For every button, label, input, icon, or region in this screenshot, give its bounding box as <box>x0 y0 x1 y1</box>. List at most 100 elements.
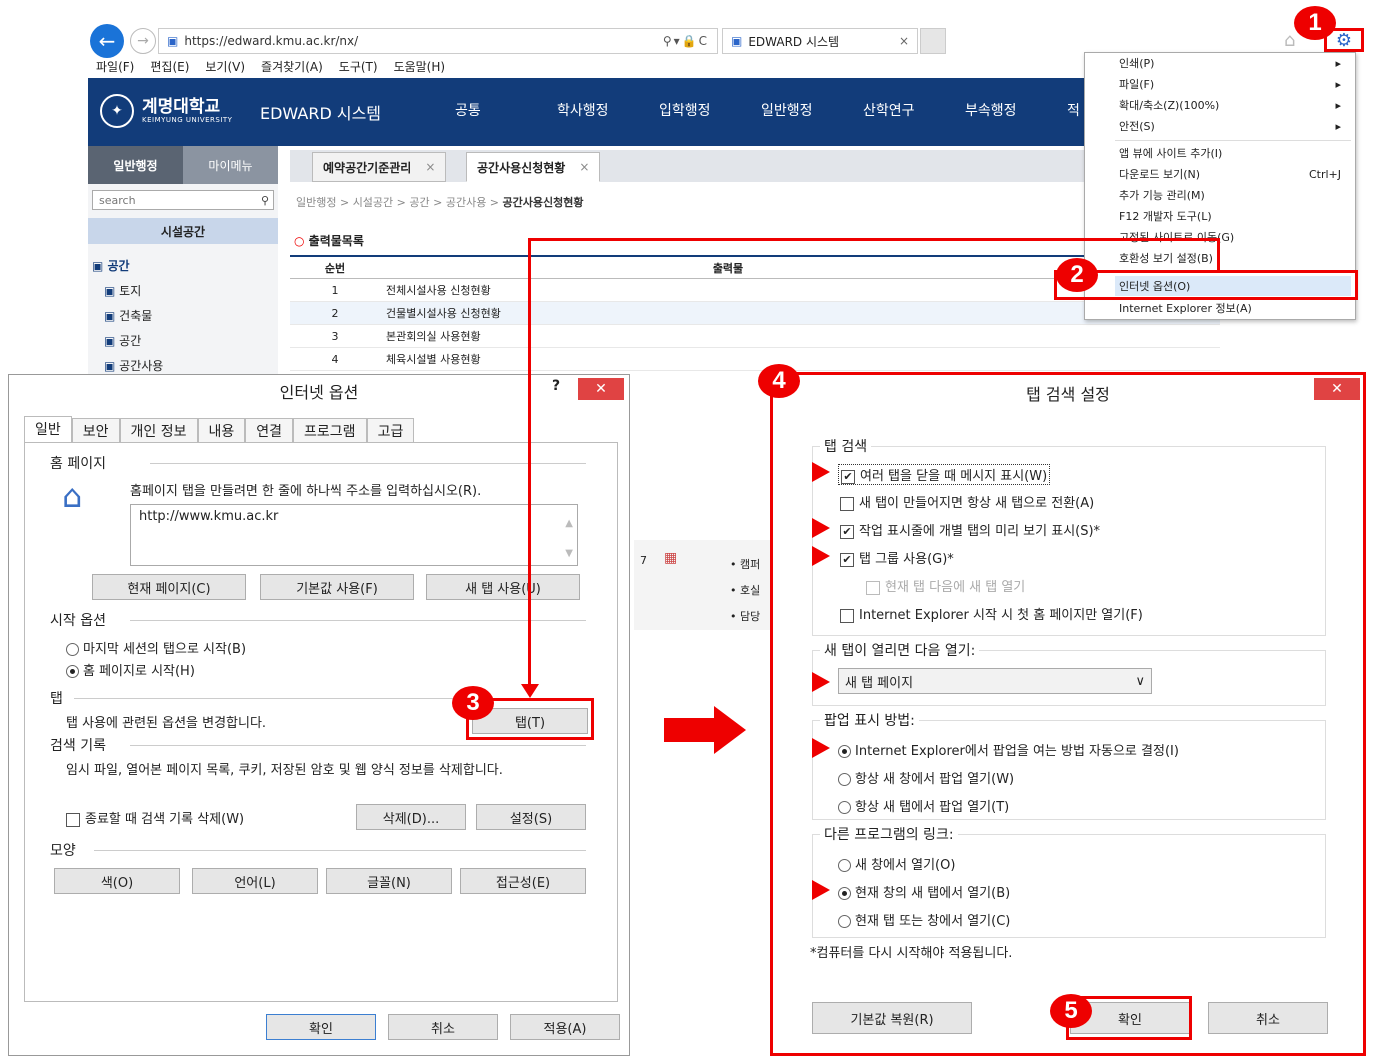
address-bar[interactable]: ▣ https://edward.kmu.ac.kr/nx/ ⚲▾🔒C <box>158 28 718 54</box>
sidebar-tab-mymenu[interactable]: 마이메뉴 <box>183 146 278 184</box>
site-logo[interactable]: ✦ 계명대학교 KEIMYUNG UNIVERSITY <box>100 94 232 128</box>
menu-shortcut: Ctrl+J <box>1308 167 1341 181</box>
sidebar-search-input[interactable]: search ⚲ <box>92 190 274 210</box>
tree-item-building[interactable]: ▣ 건축물 <box>92 304 163 329</box>
menu-item-label: Internet Explorer 정보(A) <box>1119 302 1252 315</box>
accessibility-button[interactable]: 접근성(E) <box>460 868 586 894</box>
radio-checked-icon <box>66 665 79 678</box>
nav-general[interactable]: 일반행정 <box>761 100 863 120</box>
search-placeholder: search <box>99 193 136 207</box>
submenu-arrow-icon: ▸ <box>1335 98 1341 112</box>
close-button[interactable]: ✕ <box>578 378 624 400</box>
menu-help[interactable]: 도움말(H) <box>394 58 446 76</box>
close-icon[interactable]: × <box>425 160 435 174</box>
menu-item-compat[interactable]: 호환성 보기 설정(B) <box>1119 248 1351 268</box>
submenu-arrow-icon: ▸ <box>1335 56 1341 70</box>
help-icon[interactable]: ? <box>552 378 560 394</box>
back-button[interactable]: ← <box>90 24 124 58</box>
search-icon[interactable]: ⚲ <box>261 194 269 207</box>
row-name: 본관회의실 사용현황 <box>386 330 481 343</box>
current-page-button[interactable]: 현재 페이지(C) <box>92 574 246 600</box>
tree-item-space-sub[interactable]: ▣ 공간 <box>92 329 163 354</box>
menu-view[interactable]: 보기(V) <box>205 58 245 76</box>
content-tab-reservation[interactable]: 예약공간기준관리 × <box>312 152 447 182</box>
tree-item-land[interactable]: ▣ 토지 <box>92 279 163 304</box>
breadcrumb-path: 일반행정 > 시설공간 > 공간 > 공간사용 > <box>296 196 500 209</box>
menu-item-app-view[interactable]: 앱 뷰에 사이트 추가(I) <box>1119 143 1351 163</box>
apply-button[interactable]: 적용(A) <box>510 1014 620 1040</box>
menu-item-addons[interactable]: 추가 기능 관리(M) <box>1119 185 1351 205</box>
menu-item-zoom[interactable]: 확대/축소(Z)(100%) ▸ <box>1119 95 1351 115</box>
tree-label: 건축물 <box>119 309 153 323</box>
table-row[interactable]: 2 건물별시설사용 신청현황 <box>290 302 1220 325</box>
menu-item-safety[interactable]: 안전(S) ▸ <box>1119 116 1351 136</box>
nav-common[interactable]: 공통 <box>455 100 557 120</box>
checkbox-icon <box>66 812 80 827</box>
tabs-section: 탭 <box>50 691 63 707</box>
menu-item-label: 다운로드 보기(N) <box>1119 168 1201 181</box>
submenu-arrow-icon: ▸ <box>1335 77 1341 91</box>
tab-title: EDWARD 시스템 <box>748 34 840 49</box>
sidebar-tab-general[interactable]: 일반행정 <box>88 146 183 184</box>
pointer-triangle-icon <box>812 462 830 482</box>
tab-content[interactable]: 내용 <box>197 418 246 442</box>
tab-programs[interactable]: 프로그램 <box>293 418 367 442</box>
tree-label: 공간 <box>119 334 142 348</box>
row-number: 2 <box>331 306 339 320</box>
delete-on-exit-checkbox[interactable]: 종료할 때 검색 기록 삭제(W) <box>66 808 244 827</box>
close-icon[interactable]: × <box>579 160 589 174</box>
appearance-section: 모양 <box>50 843 76 859</box>
menu-tools[interactable]: 도구(T) <box>339 58 378 76</box>
start-last-session-radio[interactable]: 마지막 세션의 탭으로 시작(B) <box>66 638 246 657</box>
ok-button[interactable]: 확인 <box>266 1014 376 1040</box>
options-tabs: 일반 보안 개인 정보 내용 연결 프로그램 고급 <box>24 416 415 442</box>
cancel-button[interactable]: 취소 <box>388 1014 498 1040</box>
new-tab-button[interactable] <box>920 28 946 54</box>
languages-button[interactable]: 언어(L) <box>192 868 318 894</box>
menu-bar: 파일(F) 편집(E) 보기(V) 즐겨찾기(A) 도구(T) 도움말(H) <box>96 58 546 76</box>
menu-item-downloads[interactable]: 다운로드 보기(N) Ctrl+J <box>1119 164 1351 184</box>
tab-advanced[interactable]: 고급 <box>366 418 415 442</box>
nav-academic[interactable]: 학사행정 <box>557 100 659 120</box>
fonts-button[interactable]: 글꼴(N) <box>326 868 452 894</box>
home-page-description: 홈페이지 탭을 만들려면 한 줄에 하나씩 주소를 입력하십시오(R). <box>130 484 482 499</box>
content-tab-usage[interactable]: 공간사용신청현황 × <box>466 152 601 182</box>
start-home-page-radio[interactable]: 홈 페이지로 시작(H) <box>66 660 195 679</box>
tab-general[interactable]: 일반 <box>24 416 72 442</box>
forward-button[interactable]: → <box>130 28 156 54</box>
table-row[interactable]: 4 체육시설별 사용현황 <box>290 348 1220 371</box>
browser-tab[interactable]: ▣ EDWARD 시스템 × <box>722 28 918 54</box>
tab-close-icon[interactable]: × <box>899 34 909 48</box>
nav-admission[interactable]: 입학행정 <box>659 100 761 120</box>
menu-edit[interactable]: 편집(E) <box>150 58 189 76</box>
pointer-triangle-icon <box>812 546 830 566</box>
delete-history-button[interactable]: 삭제(D)... <box>356 804 466 830</box>
menu-item-label: 파일(F) <box>1119 78 1155 91</box>
scroll-arrows-icon[interactable]: ▲ ▼ <box>565 509 573 569</box>
tab-security[interactable]: 보안 <box>71 418 120 442</box>
menu-item-about[interactable]: Internet Explorer 정보(A) <box>1119 298 1351 318</box>
nav-affiliated[interactable]: 부속행정 <box>965 100 1067 120</box>
menu-item-pinned[interactable]: 고정된 사이트로 이동(G) <box>1119 227 1351 247</box>
use-default-button[interactable]: 기본값 사용(F) <box>260 574 414 600</box>
menu-item-label: 앱 뷰에 사이트 추가(I) <box>1119 147 1223 160</box>
calendar-icon[interactable]: ▦ <box>664 550 677 566</box>
use-new-tab-button[interactable]: 새 탭 사용(U) <box>426 574 580 600</box>
home-page-url-input[interactable]: http://www.kmu.ac.kr ▲ ▼ <box>130 504 578 566</box>
menu-file[interactable]: 파일(F) <box>96 58 134 76</box>
connector-line <box>528 238 531 688</box>
home-icon[interactable]: ⌂ <box>1284 30 1295 51</box>
tab-privacy[interactable]: 개인 정보 <box>119 418 198 442</box>
menu-item-print[interactable]: 인쇄(P) ▸ <box>1119 53 1351 73</box>
tab-connections[interactable]: 연결 <box>245 418 294 442</box>
address-tools-icon[interactable]: ⚲▾🔒C <box>663 34 709 48</box>
menu-favorites[interactable]: 즐겨찾기(A) <box>261 58 323 76</box>
nav-research[interactable]: 산학연구 <box>863 100 965 120</box>
menu-item-file[interactable]: 파일(F) ▸ <box>1119 74 1351 94</box>
table-row[interactable]: 3 본관회의실 사용현황 <box>290 325 1220 348</box>
tree-item-space[interactable]: ▣ 공간 <box>92 254 163 279</box>
divider <box>150 463 586 464</box>
colors-button[interactable]: 색(O) <box>54 868 180 894</box>
menu-item-devtools[interactable]: F12 개발자 도구(L) <box>1119 206 1351 226</box>
history-settings-button[interactable]: 설정(S) <box>476 804 586 830</box>
